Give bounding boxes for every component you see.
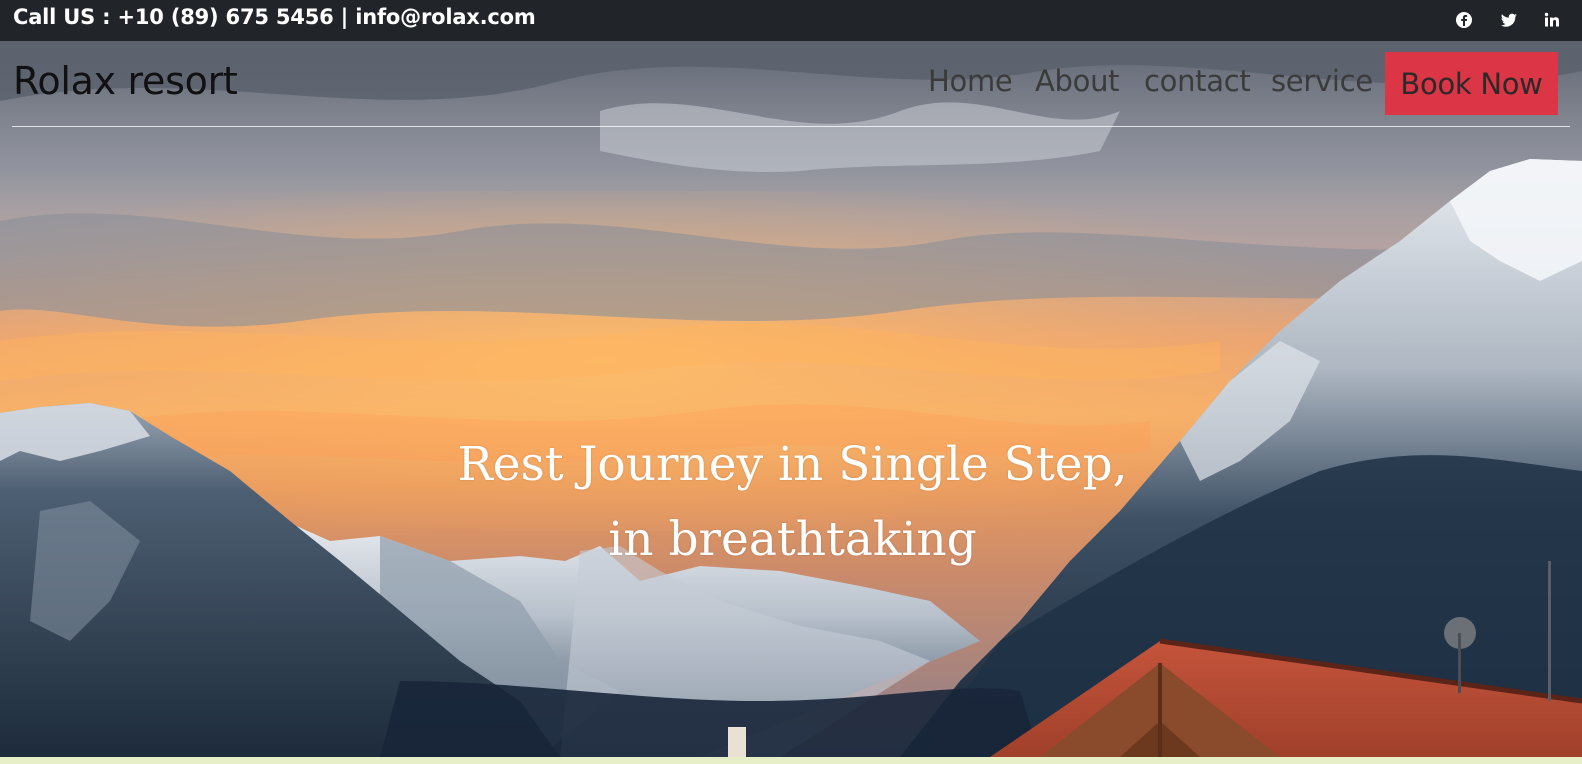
book-now-button[interactable]: Book Now <box>1385 52 1558 115</box>
hero-headline-line-1: Rest Journey in Single Step, <box>457 437 1128 492</box>
nav-item-service[interactable]: service <box>1271 63 1373 99</box>
nav-link-service[interactable]: service <box>1271 63 1373 99</box>
top-info-bar: Call US : +10 (89) 675 5456 | info@rolax… <box>0 0 1582 41</box>
hero-headline: Rest Journey in Single Step, in breathta… <box>400 427 1185 577</box>
nav-item-contact[interactable]: contact <box>1144 63 1251 99</box>
hero-background-image <box>0 41 1582 757</box>
nav-link-contact[interactable]: contact <box>1144 63 1251 99</box>
hero-banner <box>0 41 1582 757</box>
hero-headline-line-2: in breathtaking <box>608 512 977 567</box>
nav-link-home[interactable]: Home <box>928 63 1013 99</box>
twitter-icon[interactable] <box>1500 11 1518 29</box>
hero-bottom-strip <box>0 757 1582 764</box>
brand-logo-text[interactable]: Rolax resort <box>13 59 238 103</box>
nav-item-about[interactable]: About <box>1035 63 1120 99</box>
nav-link-about[interactable]: About <box>1035 63 1120 99</box>
nav-item-home[interactable]: Home <box>928 63 1013 99</box>
linkedin-icon[interactable] <box>1543 11 1561 29</box>
contact-info-text: Call US : +10 (89) 675 5456 | info@rolax… <box>13 5 536 29</box>
navbar-divider <box>12 126 1570 127</box>
facebook-icon[interactable] <box>1455 11 1473 29</box>
